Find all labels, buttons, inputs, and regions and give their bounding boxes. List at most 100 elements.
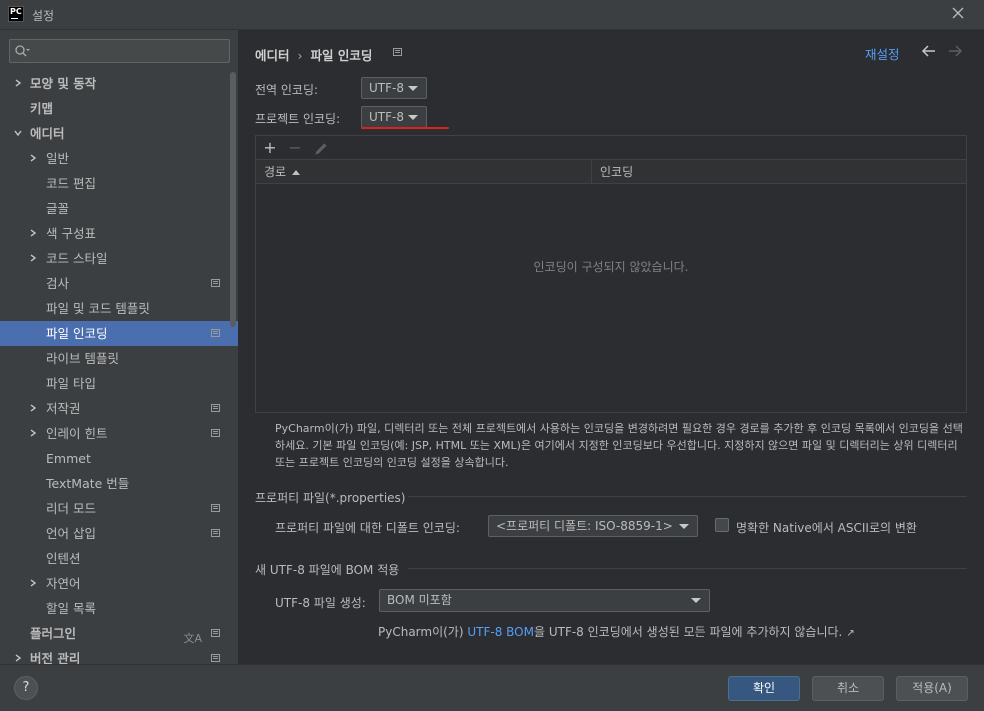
sidebar-item-label: 일반 bbox=[46, 151, 70, 166]
chevron-down-icon bbox=[679, 524, 689, 529]
back-arrow-icon[interactable] bbox=[921, 43, 937, 59]
sidebar-item-label: 파일 및 코드 템플릿 bbox=[46, 301, 150, 316]
dialog-footer: ? 확인 취소 적용(A) bbox=[0, 664, 984, 711]
chevron-right-icon[interactable] bbox=[29, 404, 37, 412]
properties-encoding-value: <프로퍼티 디폴트: ISO-8859-1> bbox=[496, 519, 673, 533]
chevron-down-icon bbox=[408, 86, 418, 91]
sidebar-item-label: 버전 관리 bbox=[30, 651, 81, 664]
project-scope-icon bbox=[211, 629, 220, 637]
sidebar-item[interactable]: 저작권 bbox=[0, 396, 238, 421]
table-empty-message: 인코딩이 구성되지 않았습니다. bbox=[533, 260, 689, 274]
native-to-ascii-checkbox[interactable] bbox=[715, 518, 729, 532]
settings-search[interactable] bbox=[9, 39, 230, 63]
title-bar: PC 설정 bbox=[0, 0, 984, 30]
sidebar-item-label: Emmet bbox=[46, 451, 91, 466]
remove-path-button[interactable]: − bbox=[286, 139, 304, 157]
bom-dropdown[interactable]: BOM 미포함 bbox=[379, 589, 710, 612]
settings-sidebar: 모양 및 동작키맵에디터일반코드 편집글꼴색 구성표코드 스타일검사파일 및 코… bbox=[0, 30, 238, 664]
sidebar-item[interactable]: 라이브 템플릿 bbox=[0, 346, 238, 371]
cancel-button[interactable]: 취소 bbox=[812, 676, 884, 701]
chevron-right-icon[interactable] bbox=[29, 229, 37, 237]
sidebar-item[interactable]: 에디터 bbox=[0, 121, 238, 146]
chevron-right-icon[interactable] bbox=[14, 654, 22, 662]
project-encoding-label: 프로젝트 인코딩: bbox=[255, 112, 341, 126]
chevron-down-icon bbox=[408, 115, 418, 120]
sidebar-item[interactable]: 버전 관리 bbox=[0, 646, 238, 664]
pycharm-app-icon: PC bbox=[8, 6, 24, 22]
sidebar-item[interactable]: 모양 및 동작 bbox=[0, 71, 238, 96]
ok-button[interactable]: 확인 bbox=[728, 676, 800, 701]
sidebar-item[interactable]: TextMate 번들 bbox=[0, 471, 238, 496]
path-encoding-table: + − 경로 인코딩 인코딩이 구성되지 않았습니다. bbox=[255, 135, 967, 413]
external-link-icon[interactable]: ↗ bbox=[846, 628, 854, 639]
project-encoding-dropdown[interactable]: UTF-8 bbox=[361, 106, 427, 128]
sidebar-item[interactable]: Emmet bbox=[0, 446, 238, 471]
sidebar-item-label: 파일 타입 bbox=[46, 376, 96, 391]
project-scope-icon bbox=[211, 504, 220, 512]
global-encoding-dropdown[interactable]: UTF-8 bbox=[361, 77, 427, 99]
chevron-right-icon[interactable] bbox=[29, 429, 37, 437]
chevron-right-icon[interactable] bbox=[29, 579, 37, 587]
sidebar-item-label: 리더 모드 bbox=[46, 501, 96, 516]
chevron-right-icon[interactable] bbox=[29, 154, 37, 162]
chevron-right-icon[interactable] bbox=[29, 254, 37, 262]
sidebar-item-label: 인텐션 bbox=[46, 551, 81, 566]
sidebar-item[interactable]: 플러그인 文A bbox=[0, 621, 238, 646]
sidebar-item-label: 에디터 bbox=[30, 126, 65, 141]
utf8-bom-link[interactable]: UTF-8 BOM bbox=[467, 625, 534, 639]
sidebar-item[interactable]: 자연어 bbox=[0, 571, 238, 596]
breadcrumb-current: 파일 인코딩 bbox=[310, 48, 373, 63]
chevron-right-icon[interactable] bbox=[14, 79, 22, 87]
close-icon[interactable] bbox=[950, 5, 966, 21]
sidebar-item[interactable]: 할일 목록 bbox=[0, 596, 238, 621]
project-scope-icon bbox=[211, 329, 220, 337]
sidebar-item-label: 코드 스타일 bbox=[46, 251, 108, 266]
forward-arrow-icon[interactable] bbox=[947, 43, 963, 59]
sidebar-item[interactable]: 검사 bbox=[0, 271, 238, 296]
chevron-down-icon[interactable] bbox=[14, 129, 22, 137]
sidebar-item-label: 저작권 bbox=[46, 401, 81, 416]
sidebar-item[interactable]: 코드 편집 bbox=[0, 171, 238, 196]
reset-link[interactable]: 재설정 bbox=[865, 44, 900, 63]
sidebar-item[interactable]: 일반 bbox=[0, 146, 238, 171]
bom-note: PyCharm이(가) UTF-8 BOM을 UTF-8 인코딩에서 생성된 모… bbox=[378, 625, 855, 639]
table-header: 경로 인코딩 bbox=[256, 160, 966, 184]
section-divider bbox=[408, 496, 967, 497]
project-encoding-value: UTF-8 bbox=[369, 110, 404, 124]
add-path-button[interactable]: + bbox=[261, 139, 279, 157]
bom-dropdown-value: BOM 미포함 bbox=[387, 593, 452, 607]
apply-button[interactable]: 적용(A) bbox=[896, 676, 968, 701]
sidebar-item-label: 글꼴 bbox=[46, 201, 70, 216]
sidebar-item-label: 키맵 bbox=[30, 101, 54, 116]
edit-pencil-icon[interactable] bbox=[312, 140, 330, 158]
help-button[interactable]: ? bbox=[14, 676, 38, 700]
sidebar-item[interactable]: 인레이 힌트 bbox=[0, 421, 238, 446]
column-header-encoding[interactable]: 인코딩 bbox=[592, 160, 633, 184]
sidebar-item[interactable]: 코드 스타일 bbox=[0, 246, 238, 271]
settings-content: 에디터 › 파일 인코딩 재설정 전역 인코딩: UTF-8 프로젝트 인코딩: U… bbox=[238, 30, 984, 664]
sidebar-item[interactable]: 키맵 bbox=[0, 96, 238, 121]
properties-encoding-dropdown[interactable]: <프로퍼티 디폴트: ISO-8859-1> bbox=[488, 515, 698, 537]
project-scope-icon bbox=[211, 279, 220, 287]
chevron-down-icon bbox=[691, 598, 701, 603]
sidebar-item[interactable]: 파일 및 코드 템플릿 bbox=[0, 296, 238, 321]
sidebar-item-label: 언어 삽입 bbox=[46, 526, 96, 541]
sidebar-item[interactable]: 언어 삽입 bbox=[0, 521, 238, 546]
search-input[interactable] bbox=[32, 42, 222, 60]
sidebar-item[interactable]: 파일 인코딩 bbox=[0, 321, 238, 346]
table-toolbar: + − bbox=[256, 136, 966, 160]
sidebar-item[interactable]: 색 구성표 bbox=[0, 221, 238, 246]
sidebar-item[interactable]: 글꼴 bbox=[0, 196, 238, 221]
project-scope-icon bbox=[211, 529, 220, 537]
sidebar-item-label: TextMate 번들 bbox=[46, 476, 130, 491]
sidebar-item-label: 플러그인 bbox=[30, 626, 77, 641]
column-header-path[interactable]: 경로 bbox=[256, 160, 301, 184]
breadcrumb-parent[interactable]: 에디터 bbox=[255, 45, 290, 64]
sidebar-item[interactable]: 리더 모드 bbox=[0, 496, 238, 521]
sidebar-item[interactable]: 파일 타입 bbox=[0, 371, 238, 396]
sidebar-scrollbar[interactable] bbox=[230, 72, 236, 327]
bom-create-label: UTF-8 파일 생성: bbox=[275, 596, 366, 610]
sidebar-item[interactable]: 인텐션 bbox=[0, 546, 238, 571]
native-to-ascii-label[interactable]: 명확한 Native에서 ASCII로의 변환 bbox=[736, 519, 917, 536]
sort-ascending-icon bbox=[292, 170, 301, 175]
